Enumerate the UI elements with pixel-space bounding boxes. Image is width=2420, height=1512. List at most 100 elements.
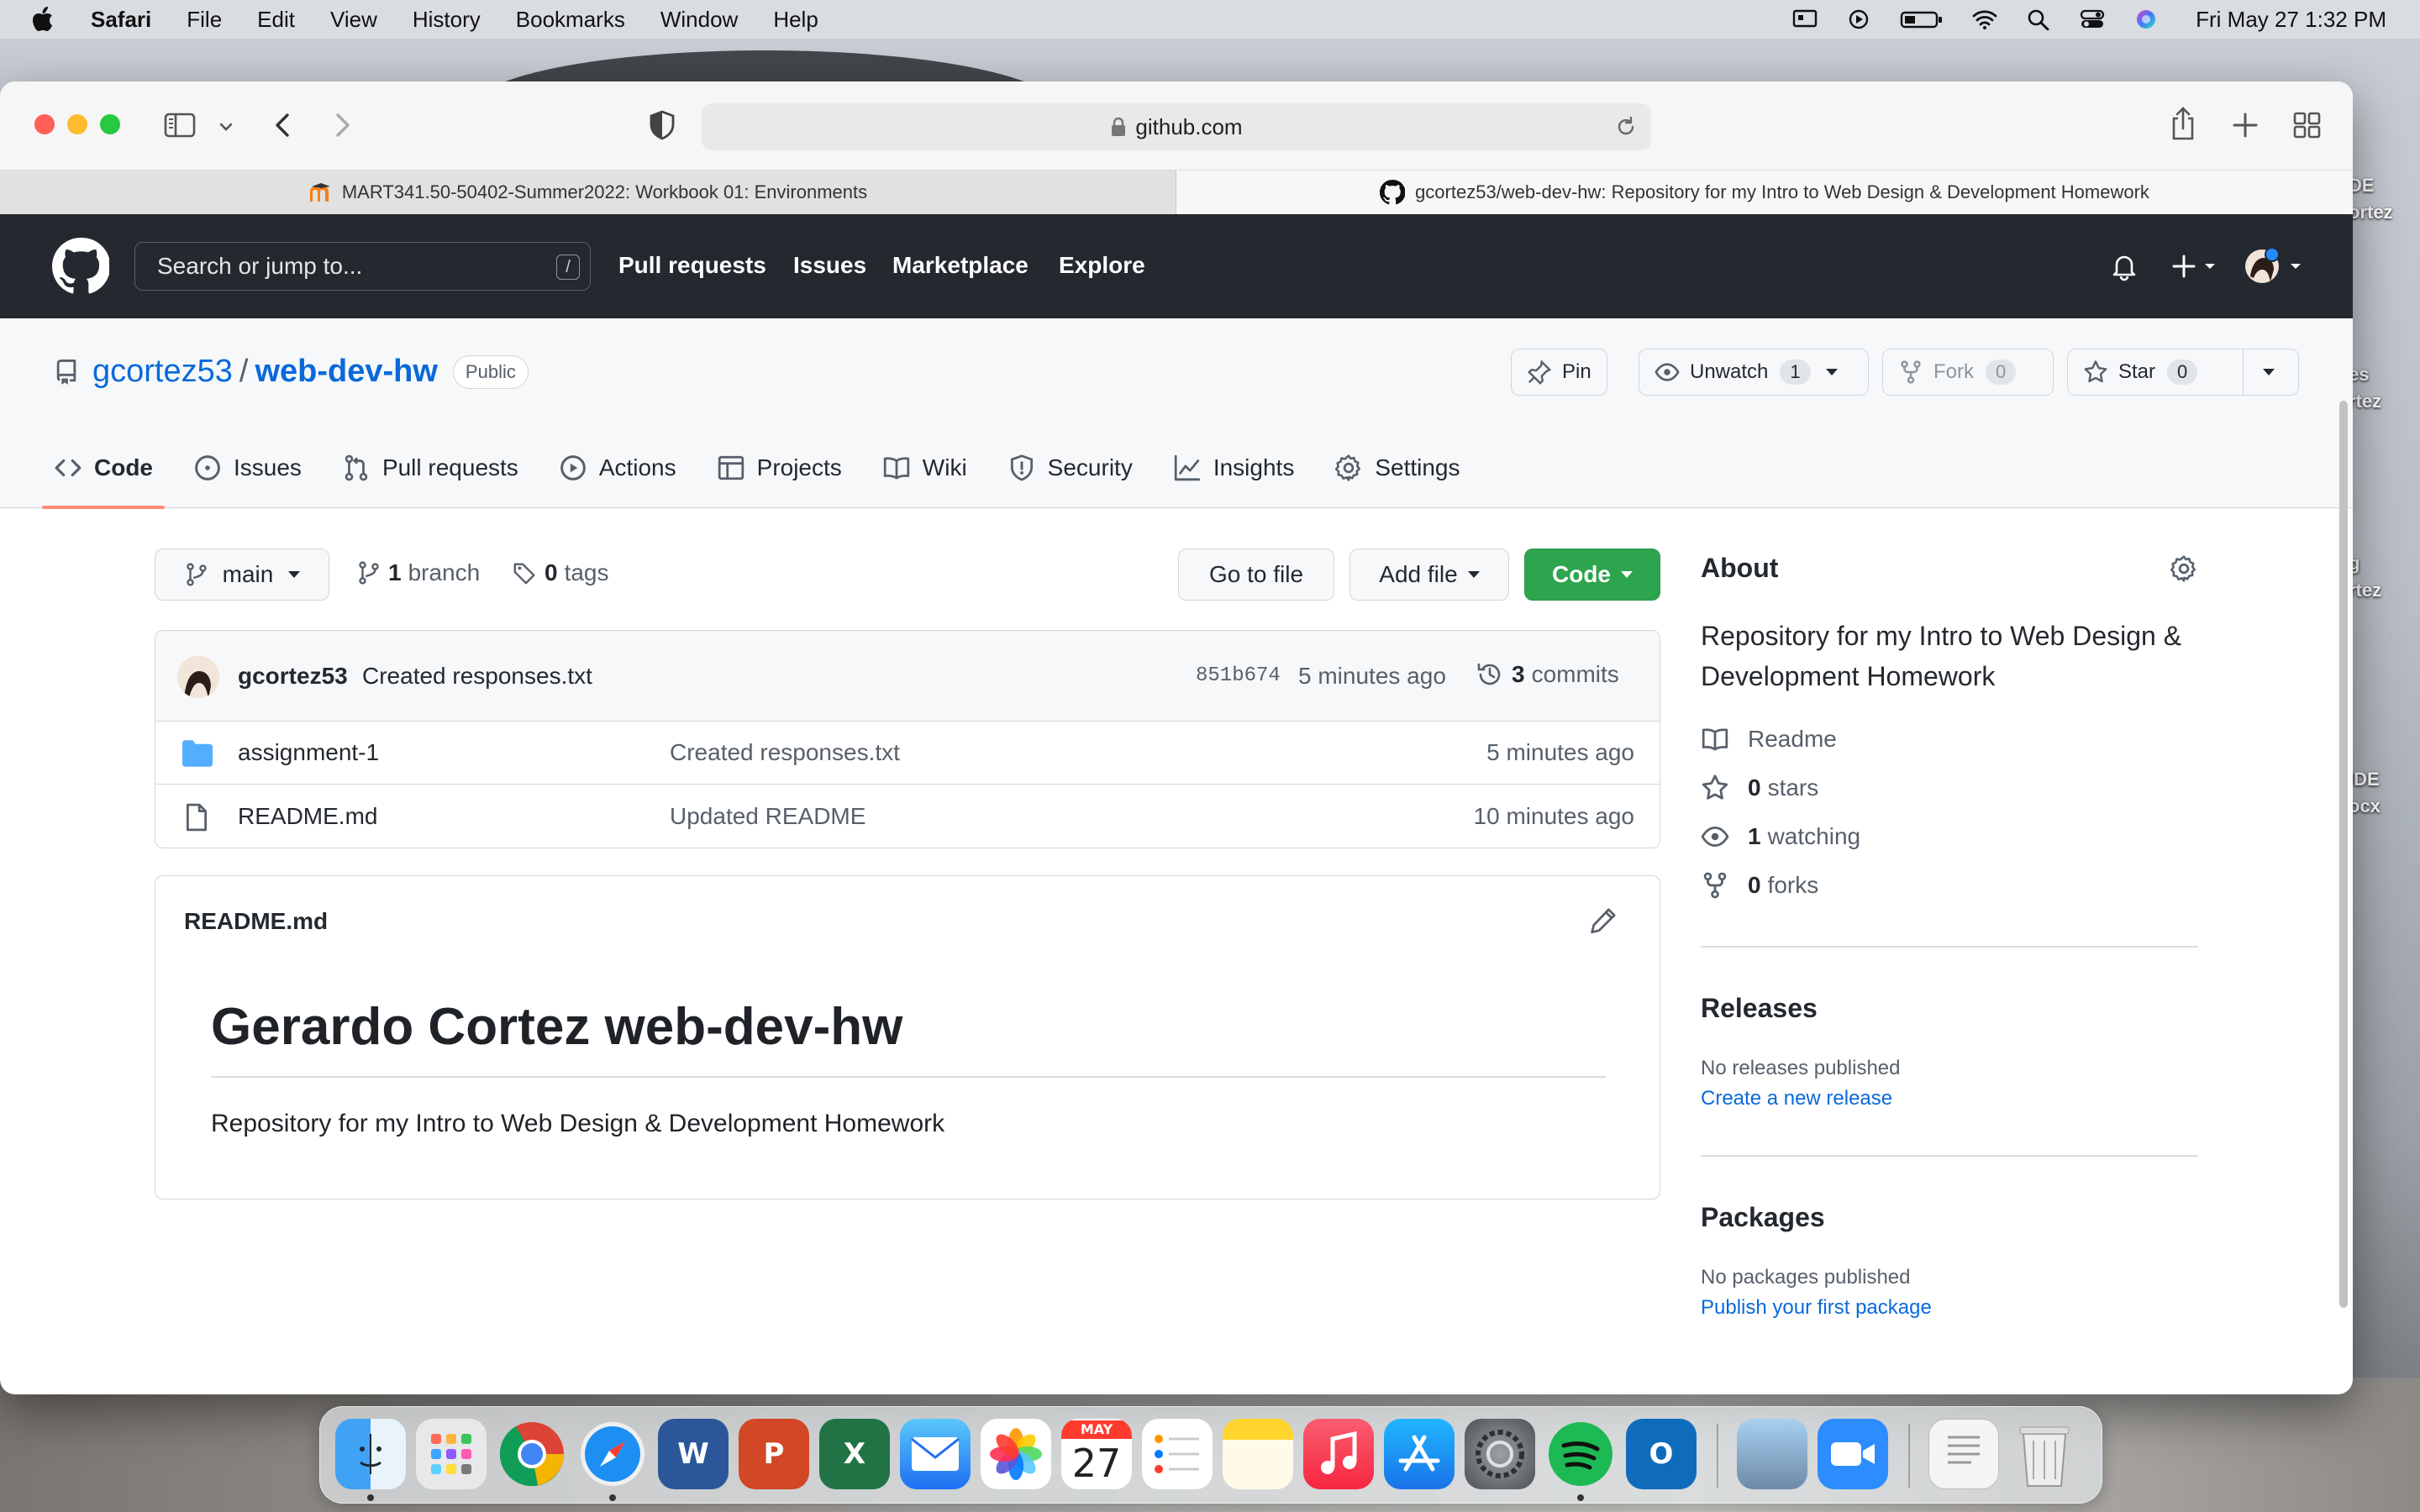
back-icon[interactable] [267, 108, 301, 142]
share-icon[interactable] [2166, 105, 2200, 142]
forks-link[interactable]: 0 forks [1701, 871, 1818, 900]
desktop-file-label[interactable]: es rtez [2349, 361, 2420, 415]
stars-link[interactable]: 0 stars [1701, 774, 1818, 802]
outlook-icon[interactable]: O [1626, 1419, 1697, 1489]
finder-icon[interactable] [335, 1419, 406, 1489]
play-icon[interactable] [1846, 8, 1871, 30]
chevron-down-icon[interactable] [217, 110, 235, 144]
readme-filename[interactable]: README.md [184, 908, 328, 935]
new-tab-icon[interactable] [2228, 108, 2262, 142]
trash-icon[interactable] [2009, 1419, 2080, 1489]
file-commit-message[interactable]: Updated README [670, 803, 865, 830]
file-row[interactable]: assignment-1 Created responses.txt 5 min… [155, 722, 1660, 785]
tab-actions[interactable]: Actions [559, 428, 676, 508]
spotlight-icon[interactable] [2026, 8, 2051, 30]
repo-name-link[interactable]: web-dev-hw [255, 354, 437, 390]
word-icon[interactable]: W [658, 1419, 729, 1489]
tab-wiki[interactable]: Wiki [882, 428, 967, 508]
file-row[interactable]: README.md Updated README 10 minutes ago [155, 785, 1660, 848]
user-avatar-icon[interactable] [2244, 248, 2307, 285]
fork-button[interactable]: Fork 0 [1882, 349, 2054, 396]
address-bar[interactable]: github.com [702, 103, 1651, 150]
apple-menu-icon[interactable] [32, 7, 54, 32]
siri-icon[interactable] [2133, 8, 2159, 30]
desktop-file-label[interactable]: g rtez [2349, 550, 2420, 604]
desktop-file-label[interactable]: DE ortez [2349, 172, 2420, 226]
nav-issues[interactable]: Issues [793, 244, 866, 286]
desktop-file-label[interactable]: IDE ocx [2349, 766, 2420, 820]
star-button[interactable]: Star 0 [2067, 349, 2299, 396]
minimize-window-button[interactable] [67, 114, 87, 134]
wifi-icon[interactable] [1972, 8, 1997, 30]
branch-select-button[interactable]: main [155, 549, 329, 601]
chevron-down-icon[interactable] [2263, 369, 2275, 375]
page-scrollbar[interactable] [2339, 401, 2348, 1308]
pin-button[interactable]: Pin [1511, 349, 1607, 396]
spotify-icon[interactable] [1545, 1419, 1616, 1489]
menu-help[interactable]: Help [773, 7, 818, 33]
commit-author-avatar[interactable] [177, 656, 219, 698]
menu-bookmarks[interactable]: Bookmarks [516, 7, 625, 33]
tab-code[interactable]: Code [42, 428, 165, 509]
unwatch-button[interactable]: Unwatch 1 [1639, 349, 1869, 396]
tab-security[interactable]: Security [1007, 428, 1133, 508]
display-icon[interactable] [1792, 8, 1818, 30]
tab-insights[interactable]: Insights [1173, 428, 1294, 508]
notifications-bell-icon[interactable] [2109, 251, 2139, 281]
nav-marketplace[interactable]: Marketplace [892, 244, 1028, 286]
battery-icon[interactable] [1900, 8, 1944, 30]
sidebar-toggle-icon[interactable] [163, 108, 197, 142]
nav-explore[interactable]: Explore [1059, 244, 1145, 286]
commit-time[interactable]: 5 minutes ago [1298, 663, 1446, 690]
create-release-link[interactable]: Create a new release [1701, 1087, 1892, 1110]
commits-link[interactable]: 3 commits [1476, 661, 1619, 688]
menubar-app-name[interactable]: Safari [91, 7, 151, 33]
code-dropdown-button[interactable]: Code [1524, 549, 1660, 601]
app-store-icon[interactable] [1384, 1419, 1455, 1489]
menu-view[interactable]: View [330, 7, 377, 33]
file-name[interactable]: assignment-1 [238, 739, 379, 766]
repo-owner-link[interactable]: gcortez53 [92, 354, 233, 390]
powerpoint-icon[interactable]: P [739, 1419, 809, 1489]
system-preferences-icon[interactable] [1465, 1419, 1535, 1489]
zoom-window-button[interactable] [100, 114, 120, 134]
mail-icon[interactable] [900, 1419, 971, 1489]
tab-overview-icon[interactable] [2291, 108, 2324, 142]
chrome-icon[interactable] [497, 1419, 567, 1489]
commit-author[interactable]: gcortez53 [238, 663, 348, 690]
music-icon[interactable] [1303, 1419, 1374, 1489]
nav-pull-requests[interactable]: Pull requests [618, 244, 766, 286]
reminders-icon[interactable] [1142, 1419, 1213, 1489]
browser-tab[interactable]: MART341.50-50402-Summer2022: Workbook 01… [0, 171, 1176, 214]
menu-edit[interactable]: Edit [257, 7, 295, 33]
file-commit-message[interactable]: Created responses.txt [670, 739, 900, 766]
close-window-button[interactable] [34, 114, 55, 134]
packages-heading[interactable]: Packages [1701, 1202, 1825, 1233]
publish-package-link[interactable]: Publish your first package [1701, 1296, 1932, 1320]
reload-icon[interactable] [1614, 115, 1638, 139]
tab-pull-requests[interactable]: Pull requests [342, 428, 518, 508]
zoom-icon[interactable] [1818, 1419, 1888, 1489]
browser-tab-active[interactable]: gcortez53/web-dev-hw: Repository for my … [1176, 171, 2353, 214]
watchers-link[interactable]: 1 watching [1701, 822, 1860, 851]
photos-icon[interactable] [981, 1419, 1051, 1489]
tab-projects[interactable]: Projects [717, 428, 842, 508]
go-to-file-button[interactable]: Go to file [1178, 549, 1334, 601]
menu-file[interactable]: File [187, 7, 222, 33]
file-name[interactable]: README.md [238, 803, 377, 830]
tab-settings[interactable]: Settings [1334, 428, 1460, 508]
releases-heading[interactable]: Releases [1701, 993, 1818, 1024]
document-icon[interactable] [1928, 1419, 1999, 1489]
github-search-input[interactable]: Search or jump to... / [134, 242, 591, 291]
launchpad-icon[interactable] [416, 1419, 487, 1489]
excel-icon[interactable]: X [819, 1419, 890, 1489]
pencil-icon[interactable] [1589, 906, 1618, 935]
gear-icon[interactable] [2170, 554, 2198, 583]
menubar-clock[interactable]: Fri May 27 1:32 PM [2196, 7, 2386, 33]
add-file-button[interactable]: Add file [1349, 549, 1509, 601]
github-logo-icon[interactable] [52, 238, 109, 295]
forward-icon[interactable] [324, 108, 358, 142]
readme-link[interactable]: Readme [1701, 725, 1837, 753]
tab-issues[interactable]: Issues [193, 428, 302, 508]
tags-link[interactable]: 0 tags [513, 559, 609, 586]
